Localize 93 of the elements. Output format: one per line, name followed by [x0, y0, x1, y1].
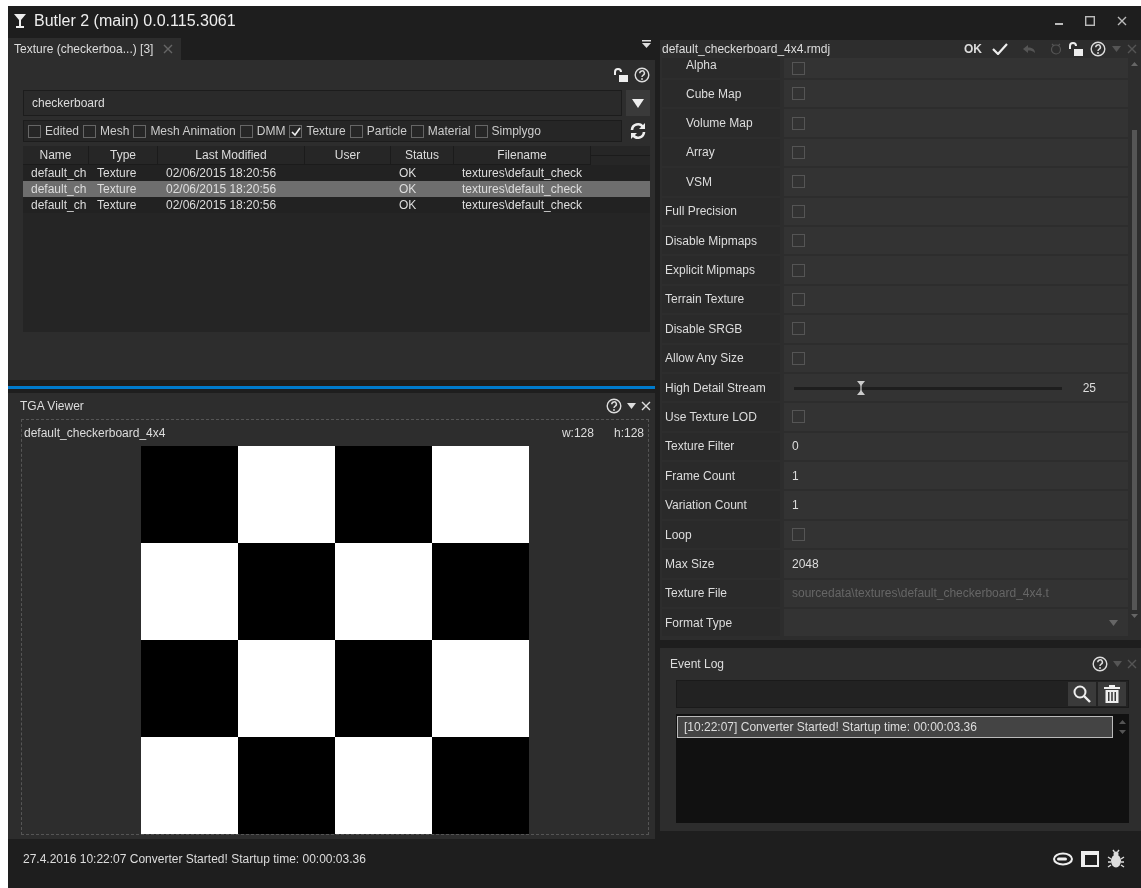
table-cell-text: 02/06/2015 18:20:56: [165, 182, 278, 196]
image-width: w:128: [561, 426, 594, 440]
table-row[interactable]: default_ch Texture 02/06/2015 18:20:56 OK textures\default_check: [23, 181, 650, 197]
scroll-down-icon[interactable]: [1119, 730, 1126, 734]
checkbox[interactable]: [28, 124, 41, 138]
checkbox[interactable]: [792, 528, 805, 542]
scroll-down-icon[interactable]: [1131, 614, 1138, 618]
table-cell-text: default_ch: [30, 166, 88, 180]
filter-label[interactable]: DMM: [256, 124, 286, 138]
checkmark-icon[interactable]: [992, 43, 1008, 55]
scroll-up-icon[interactable]: [1131, 62, 1138, 66]
checkbox[interactable]: [410, 124, 424, 138]
search-field[interactable]: checkerboard: [23, 90, 622, 116]
cocktail-glass-icon: [14, 14, 26, 28]
checkbox[interactable]: [239, 124, 253, 138]
table-cell-text: textures\default_check: [461, 166, 584, 180]
checkbox[interactable]: [792, 351, 805, 365]
status-message: 27.4.2016 10:22:07 Converter Started! Startup time: 00:00:03.36: [23, 852, 367, 866]
table-cell-text: 02/06/2015 18:20:56: [165, 198, 278, 212]
checkbox[interactable]: [83, 124, 97, 138]
slider-value: 25: [1082, 380, 1096, 395]
checkbox[interactable]: [474, 124, 488, 138]
checkbox[interactable]: [349, 124, 363, 138]
checkbox[interactable]: [792, 204, 805, 218]
table-cell-text: default_ch: [30, 182, 88, 196]
table-cell-text: OK: [398, 198, 418, 212]
help-icon[interactable]: [606, 398, 622, 414]
window-title: Butler 2 (main) 0.0.115.3061: [34, 12, 237, 30]
filter-label[interactable]: Mesh Animation: [150, 124, 236, 138]
checkbox[interactable]: [792, 234, 805, 248]
table-cell-text: textures\default_check: [461, 182, 584, 196]
close-icon[interactable]: [1117, 16, 1127, 26]
clear-button[interactable]: [1098, 682, 1126, 706]
table-cell-text: Texture: [96, 166, 138, 180]
table-cell-text: OK: [398, 166, 418, 180]
scrollbar-thumb[interactable]: [1132, 130, 1137, 610]
checkbox[interactable]: [792, 175, 805, 189]
search-field[interactable]: [676, 680, 1129, 708]
checkbox[interactable]: [792, 410, 805, 424]
trash-icon: [1104, 685, 1120, 703]
filter-label[interactable]: Edited: [45, 124, 80, 138]
property-value[interactable]: 2048: [792, 556, 819, 571]
tab-menu-icon[interactable]: [642, 40, 651, 48]
filter-label[interactable]: Mesh: [100, 124, 130, 138]
filter-label[interactable]: Material: [427, 124, 471, 138]
dropdown-button[interactable]: [626, 90, 650, 116]
table-cell-text: Texture: [96, 198, 138, 212]
panel-icon[interactable]: [1081, 851, 1099, 867]
padlock-icon[interactable]: [613, 67, 629, 83]
log-entry[interactable]: [10:22:07] Converter Started! Startup time: 00:00:03.36: [677, 716, 1113, 738]
search-button[interactable]: [1068, 682, 1096, 706]
bug-icon[interactable]: [1107, 849, 1125, 869]
help-icon[interactable]: [634, 67, 650, 83]
table-cell-text: 02/06/2015 18:20:56: [165, 166, 278, 180]
panel-title: Event Log: [670, 657, 726, 671]
refresh-icon[interactable]: [629, 122, 647, 140]
search-icon: [1073, 685, 1091, 703]
slider-thumb[interactable]: [857, 380, 865, 395]
checkbox[interactable]: [289, 124, 303, 138]
checkbox[interactable]: [792, 61, 805, 75]
checkbox[interactable]: [792, 116, 805, 130]
padlock-icon[interactable]: [1068, 41, 1084, 57]
help-icon[interactable]: [1090, 41, 1106, 57]
property-value[interactable]: 0: [792, 439, 799, 454]
caret-icon: [632, 98, 644, 108]
status-text: OK: [964, 42, 982, 56]
table-cell-text: textures\default_check: [461, 198, 584, 212]
table-cell-text: default_ch: [30, 198, 88, 212]
scroll-up-icon[interactable]: [1119, 720, 1126, 724]
filter-label[interactable]: Simplygo: [491, 124, 541, 138]
checkbox[interactable]: [792, 322, 805, 336]
tab[interactable]: Texture (checkerboa...) [3]: [8, 38, 182, 60]
caret-icon[interactable]: [627, 403, 636, 409]
checkbox[interactable]: [792, 292, 805, 306]
file-name: default_checkerboard_4x4.rmdj: [662, 42, 832, 56]
help-icon[interactable]: [1092, 656, 1108, 672]
dropdown-field[interactable]: [784, 609, 1128, 637]
image-name: default_checkerboard_4x4: [24, 426, 167, 440]
checkbox[interactable]: [792, 263, 805, 277]
checkbox[interactable]: [133, 124, 147, 138]
filter-label[interactable]: Particle: [366, 124, 407, 138]
check-mark-icon: [291, 126, 302, 137]
maximize-icon[interactable]: [1085, 16, 1095, 26]
checkbox[interactable]: [792, 145, 805, 159]
property-value[interactable]: 1: [792, 468, 799, 483]
table-cell-text: OK: [398, 182, 418, 196]
panel-title: TGA Viewer: [20, 399, 85, 413]
checkbox[interactable]: [792, 87, 805, 101]
property-value[interactable]: 1: [792, 498, 799, 513]
table-cell-text: Texture: [96, 182, 138, 196]
undo-icon[interactable]: [1022, 44, 1036, 54]
filter-label[interactable]: Texture: [306, 124, 346, 138]
image-height: h:128: [613, 426, 644, 440]
